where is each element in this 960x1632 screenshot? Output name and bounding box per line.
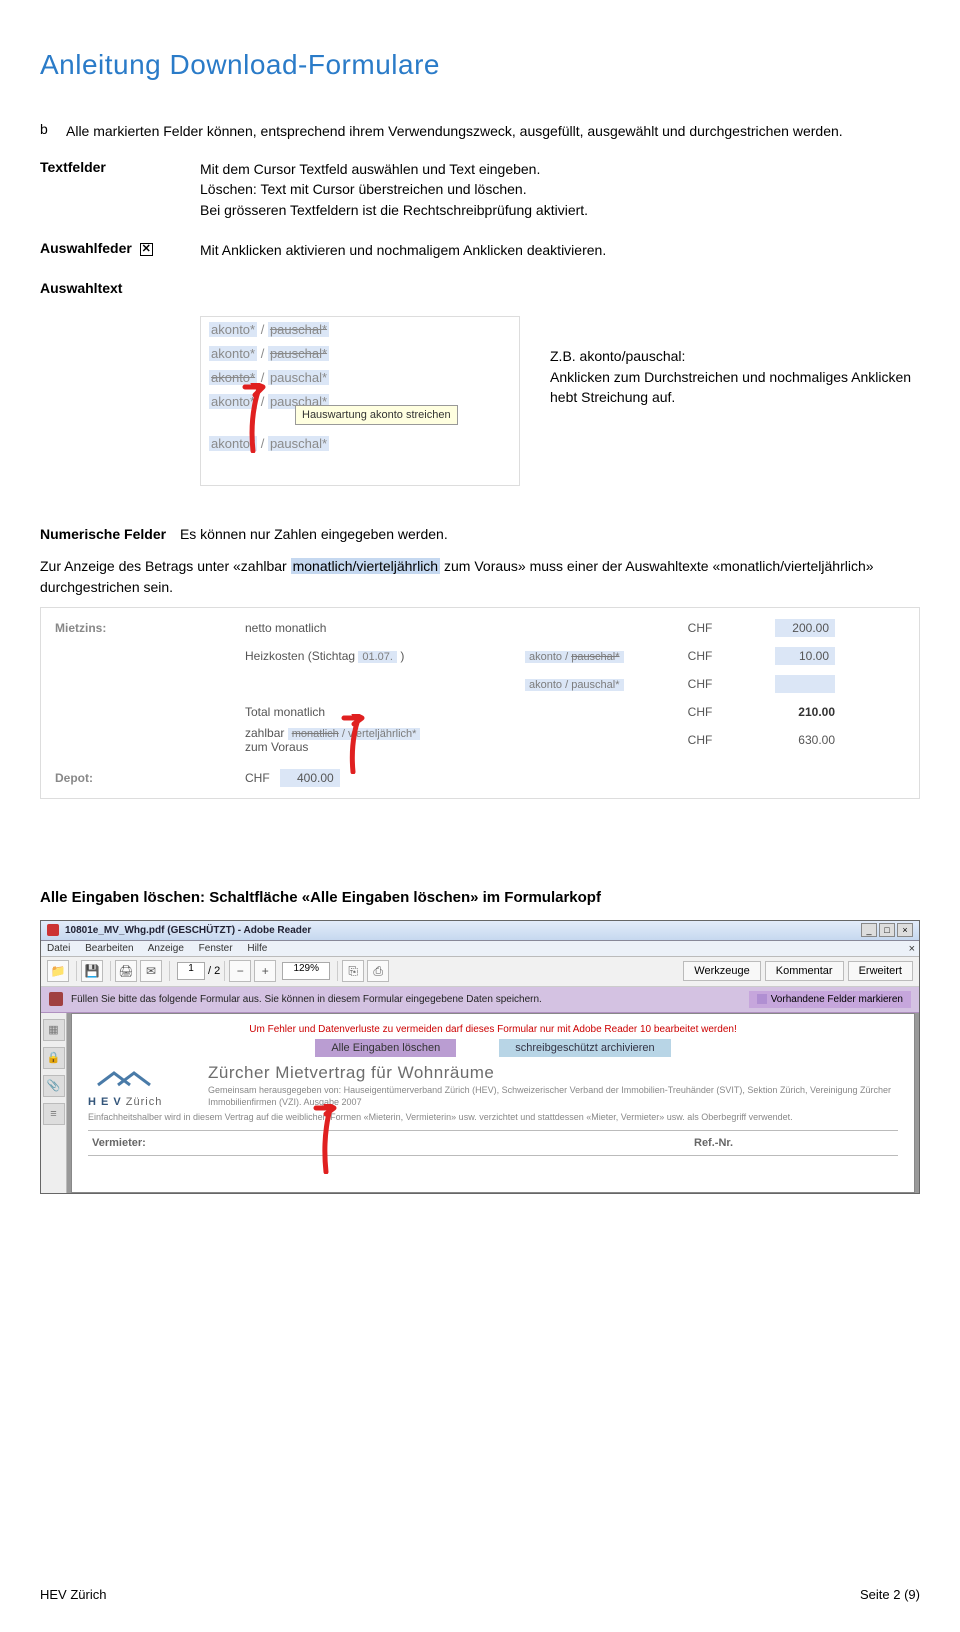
footer-right: Seite 2 (9): [860, 1587, 920, 1602]
chf-label: CHF: [665, 621, 735, 635]
highlight-icon: [757, 994, 767, 1004]
lock-icon[interactable]: 🔒: [43, 1047, 65, 1069]
vermieter-label: Vermieter:: [92, 1137, 252, 1149]
thumbnails-icon[interactable]: ▦: [43, 1019, 65, 1041]
intro-text: Alle markierten Felder können, entsprech…: [66, 121, 843, 141]
amount-input[interactable]: [775, 675, 835, 693]
open-icon[interactable]: 📁: [47, 960, 69, 982]
chf-label: CHF: [665, 733, 735, 747]
page-title: Anleitung Download-Formulare: [40, 49, 920, 81]
chf-label: CHF: [245, 771, 270, 785]
footer-left: HEV Zürich: [40, 1587, 106, 1602]
stichtag-input[interactable]: 01.07.: [358, 651, 397, 663]
pdf-note: Einfachheitshalber wird in diesem Vertra…: [88, 1112, 898, 1124]
desc-textfelder: Mit dem Cursor Textfeld auswählen und Te…: [200, 159, 920, 220]
zoom-out-icon[interactable]: −: [229, 960, 251, 982]
definitions: Textfelder Mit dem Cursor Textfeld auswä…: [40, 159, 920, 296]
archive-button[interactable]: schreibgeschützt archivieren: [499, 1039, 670, 1057]
form-info-text: Füllen Sie bitte das folgende Formular a…: [71, 994, 749, 1005]
adobe-reader-window: 10801e_MV_Whg.pdf (GESCHÜTZT) - Adobe Re…: [40, 920, 920, 1194]
term-auswahlfeder: Auswahlfeder ✕: [40, 240, 200, 260]
menu-bearbeiten[interactable]: Bearbeiten: [85, 943, 133, 954]
zahlbar-label: zahlbar monatlich / vierteljährlich* zum…: [245, 726, 525, 754]
hev-logo: H E V Zürich: [88, 1063, 208, 1108]
doc-close-icon[interactable]: ×: [909, 943, 915, 955]
netto-amount[interactable]: 200.00: [775, 619, 835, 637]
chf-label: CHF: [665, 677, 735, 691]
zoom-input[interactable]: 129%: [282, 962, 330, 980]
pdf-subtitle: Gemeinsam herausgegeben von: Hauseigentü…: [208, 1085, 898, 1108]
tooltip: Hauswartung akonto streichen: [295, 405, 458, 425]
tab-kommentar[interactable]: Kommentar: [765, 961, 844, 981]
zoom-in-icon[interactable]: +: [254, 960, 276, 982]
tab-erweitert[interactable]: Erweitert: [848, 961, 913, 981]
menu-fenster[interactable]: Fenster: [199, 943, 233, 954]
mietzins-label: Mietzins:: [55, 621, 245, 635]
tab-werkzeuge[interactable]: Werkzeuge: [683, 961, 760, 981]
tool-icon[interactable]: ⎙: [367, 960, 389, 982]
example-caption: Z.B. akonto/pauschal: Anklicken zum Durc…: [550, 316, 920, 486]
window-title: 10801e_MV_Whg.pdf (GESCHÜTZT) - Adobe Re…: [65, 925, 861, 936]
minimize-button[interactable]: _: [861, 923, 877, 937]
attach-icon[interactable]: 📎: [43, 1075, 65, 1097]
chf-label: CHF: [665, 649, 735, 663]
save-icon[interactable]: 💾: [81, 960, 103, 982]
example-akonto: akonto* / pauschal* akonto* / pauschal* …: [40, 316, 920, 486]
menu-datei[interactable]: Datei: [47, 943, 70, 954]
pdf-warning: Um Fehler und Datenverluste zu vermeiden…: [88, 1024, 898, 1035]
form-info-icon: [49, 992, 63, 1006]
menu-hilfe[interactable]: Hilfe: [247, 943, 267, 954]
side-panel: ▦ 🔒 📎 ≡: [41, 1013, 67, 1193]
print-icon[interactable]: 🖨: [115, 960, 137, 982]
akonto-toggle[interactable]: akonto / pauschal*: [525, 651, 624, 663]
depot-label: Depot:: [55, 771, 245, 785]
term-numerische: Numerische Felder: [40, 526, 166, 542]
pdf-form-row: Vermieter: Ref.-Nr.: [88, 1130, 898, 1156]
checkbox-icon: ✕: [140, 243, 153, 256]
mietzins-table: Mietzins: netto monatlich CHF 200.00 Hei…: [40, 607, 920, 799]
pdf-title: Zürcher Mietvertrag für Wohnräume: [208, 1063, 898, 1083]
intro-bullet: b: [40, 121, 66, 141]
menu-bar[interactable]: Datei Bearbeiten Anzeige Fenster Hilfe: [41, 941, 919, 957]
term-textfelder: Textfelder: [40, 159, 200, 220]
close-button[interactable]: ×: [897, 923, 913, 937]
netto-label: netto monatlich: [245, 621, 525, 635]
form-info-bar: Füllen Sie bitte das folgende Formular a…: [41, 987, 919, 1013]
akonto-toggle[interactable]: akonto / pauschal*: [525, 679, 624, 691]
maximize-button[interactable]: □: [879, 923, 895, 937]
total-amount: 210.00: [735, 705, 835, 719]
example-image-area: akonto* / pauschal* akonto* / pauschal* …: [200, 316, 520, 486]
heizkosten-label: Heizkosten (Stichtag 01.07. ): [245, 649, 525, 663]
chf-label: CHF: [665, 705, 735, 719]
refnr-label: Ref.-Nr.: [694, 1137, 894, 1149]
desc-auswahlfeder: Mit Anklicken aktivieren und nochmaligem…: [200, 240, 920, 260]
tool-icon[interactable]: ⎘: [342, 960, 364, 982]
clear-heading: Alle Eingaben löschen: Schaltfläche «All…: [40, 889, 920, 906]
page-number-input[interactable]: 1: [177, 962, 205, 980]
term-auswahltext: Auswahltext: [40, 280, 200, 296]
clear-all-button[interactable]: Alle Eingaben löschen: [315, 1039, 456, 1057]
page-of: / 2: [208, 965, 220, 977]
layers-icon[interactable]: ≡: [43, 1103, 65, 1125]
toolbar: 📁 💾 🖨 ✉ 1 / 2 − + 129% ⎘ ⎙ Werkzeuge Kom…: [41, 957, 919, 987]
voraus-amount: 630.00: [735, 733, 835, 747]
mail-icon[interactable]: ✉: [140, 960, 162, 982]
desc-numerische: Es können nur Zahlen eingegeben werden.: [180, 526, 448, 542]
total-label: Total monatlich: [245, 705, 525, 719]
numerische-note: Zur Anzeige des Betrags unter «zahlbar m…: [40, 556, 920, 597]
intro: b Alle markierten Felder können, entspre…: [40, 121, 920, 141]
depot-amount[interactable]: 400.00: [280, 769, 340, 787]
app-icon: [47, 924, 59, 936]
menu-anzeige[interactable]: Anzeige: [148, 943, 184, 954]
page-footer: HEV Zürich Seite 2 (9): [40, 1587, 920, 1602]
heizkosten-amount[interactable]: 10.00: [775, 647, 835, 665]
highlight-fields-button[interactable]: Vorhandene Felder markieren: [749, 991, 911, 1008]
window-titlebar: 10801e_MV_Whg.pdf (GESCHÜTZT) - Adobe Re…: [41, 921, 919, 941]
pdf-page: Um Fehler und Datenverluste zu vermeiden…: [71, 1013, 915, 1193]
